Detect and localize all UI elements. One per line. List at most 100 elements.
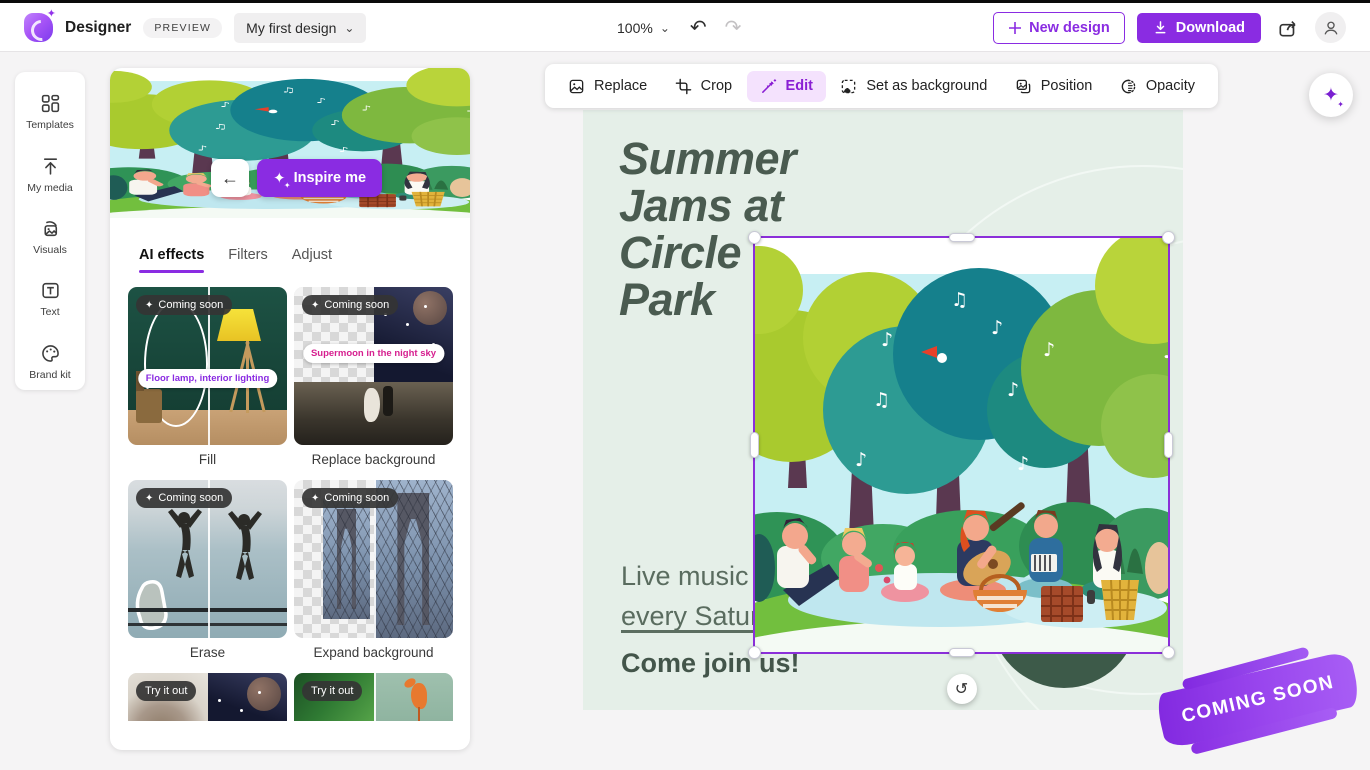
canvas-divider-line bbox=[621, 630, 771, 633]
sidebar-item-brand-kit[interactable]: Brand kit bbox=[19, 334, 81, 390]
sparkles-icon: ✦ bbox=[311, 300, 319, 311]
opacity-button[interactable]: Opacity bbox=[1107, 71, 1208, 102]
chevron-down-icon: ⌄ bbox=[660, 25, 670, 31]
new-design-label: New design bbox=[1029, 20, 1110, 36]
position-button[interactable]: Position bbox=[1002, 71, 1106, 102]
download-icon bbox=[1153, 20, 1168, 35]
before-after-divider bbox=[374, 673, 376, 721]
palette-icon bbox=[40, 343, 61, 364]
sparkles-icon: ✦✦ bbox=[1323, 86, 1339, 105]
effects-grid: ✦Coming soon Floor lamp, interior lighti… bbox=[110, 273, 470, 721]
account-button[interactable] bbox=[1315, 12, 1346, 43]
sidebar-item-my-media[interactable]: My media bbox=[19, 146, 81, 202]
sparkles-icon: ✦ bbox=[145, 493, 153, 504]
effect-thumbnail[interactable]: Try it out bbox=[128, 673, 287, 721]
resize-handle-left[interactable] bbox=[750, 432, 759, 458]
position-icon bbox=[1015, 78, 1032, 95]
coming-soon-badge: ✦Coming soon bbox=[302, 488, 398, 508]
design-name-dropdown[interactable]: My first design ⌄ bbox=[234, 13, 366, 43]
resize-handle-top-right[interactable] bbox=[1162, 231, 1175, 244]
download-button[interactable]: Download bbox=[1137, 13, 1261, 43]
panel-tabs: AI effects Filters Adjust bbox=[110, 247, 470, 273]
try-it-out-badge: Try it out bbox=[136, 681, 196, 701]
resize-handle-bottom-left[interactable] bbox=[748, 646, 761, 659]
effect-thumbnail[interactable]: ✦Coming soon bbox=[128, 480, 287, 638]
design-name-label: My first design bbox=[246, 20, 336, 36]
zoom-dropdown[interactable]: 100% ⌄ bbox=[617, 20, 670, 36]
tool-label: Edit bbox=[786, 78, 813, 94]
effect-card-fill[interactable]: ✦Coming soon Floor lamp, interior lighti… bbox=[128, 287, 287, 467]
person-icon bbox=[1322, 19, 1340, 37]
inspire-me-label: Inspire me bbox=[294, 170, 367, 186]
effect-thumbnail[interactable]: ✦Coming soon bbox=[294, 480, 453, 638]
tab-adjust[interactable]: Adjust bbox=[292, 247, 332, 273]
park-illustration bbox=[755, 238, 1168, 652]
effect-card-try-1[interactable]: Try it out bbox=[128, 673, 287, 721]
effect-card-replace-background[interactable]: ✦Coming soon Supermoon in the night sky … bbox=[294, 287, 453, 467]
sidebar-item-visuals[interactable]: Visuals bbox=[19, 209, 81, 265]
sidebar-label: Visuals bbox=[33, 244, 67, 256]
redo-icon[interactable]: ↷ bbox=[725, 15, 742, 40]
prompt-pill: Floor lamp, interior lighting bbox=[138, 369, 278, 388]
top-bar: Designer PREVIEW My first design ⌄ 100% … bbox=[0, 3, 1370, 52]
canvas-cta-text[interactable]: Come join us! bbox=[621, 648, 800, 679]
window-top-edge bbox=[0, 0, 1370, 3]
resize-handle-right[interactable] bbox=[1164, 432, 1173, 458]
effect-name: Replace background bbox=[294, 452, 453, 467]
sidebar-item-templates[interactable]: Templates bbox=[19, 84, 81, 140]
share-icon bbox=[1277, 17, 1299, 39]
copilot-sparkle-button[interactable]: ✦✦ bbox=[1309, 73, 1353, 117]
new-design-button[interactable]: New design bbox=[993, 12, 1125, 44]
plus-icon bbox=[1008, 21, 1022, 35]
resize-handle-bottom-right[interactable] bbox=[1162, 646, 1175, 659]
share-button[interactable] bbox=[1273, 13, 1303, 43]
back-arrow-icon: ← bbox=[221, 168, 239, 189]
rotate-handle[interactable]: ↺ bbox=[947, 674, 977, 704]
sidebar-item-text[interactable]: Text bbox=[19, 271, 81, 327]
effect-thumbnail[interactable]: Try it out bbox=[294, 673, 453, 721]
sparkles-icon: ✦ bbox=[311, 493, 319, 504]
bridge-photo-art bbox=[323, 499, 371, 619]
tab-ai-effects[interactable]: AI effects bbox=[139, 247, 204, 273]
effect-name: Expand background bbox=[294, 645, 453, 660]
transparent-checker bbox=[208, 673, 288, 721]
effect-thumbnail[interactable]: ✦Coming soon Floor lamp, interior lighti… bbox=[128, 287, 287, 445]
inspire-me-button[interactable]: ✦✦ Inspire me bbox=[257, 159, 382, 197]
prompt-pill: Supermoon in the night sky bbox=[303, 344, 444, 363]
resize-handle-top-left[interactable] bbox=[748, 231, 761, 244]
effect-name: Erase bbox=[128, 645, 287, 660]
designer-logo-icon bbox=[24, 13, 53, 42]
back-button[interactable]: ← bbox=[211, 159, 249, 197]
coming-soon-badge: ✦Coming soon bbox=[136, 488, 232, 508]
set-background-icon bbox=[840, 78, 857, 95]
selected-image[interactable]: ↺ bbox=[755, 238, 1168, 652]
effect-card-erase[interactable]: ✦Coming soon Erase bbox=[128, 480, 287, 660]
effect-card-try-2[interactable]: Try it out bbox=[294, 673, 453, 721]
image-icon bbox=[40, 218, 61, 239]
resize-handle-top[interactable] bbox=[949, 233, 975, 242]
chevron-down-icon: ⌄ bbox=[344, 25, 354, 31]
app-title: Designer bbox=[65, 19, 131, 37]
sidebar-label: Templates bbox=[26, 119, 74, 131]
undo-icon[interactable]: ↶ bbox=[690, 15, 707, 40]
effect-card-expand-background[interactable]: ✦Coming soon Expand background bbox=[294, 480, 453, 660]
replace-button[interactable]: Replace bbox=[555, 71, 660, 102]
crop-button[interactable]: Crop bbox=[662, 71, 745, 102]
sparkles-icon: ✦ bbox=[145, 300, 153, 311]
design-canvas[interactable]: Summer Jams at Circle Park Live music ev… bbox=[583, 110, 1183, 710]
resize-handle-bottom[interactable] bbox=[949, 648, 975, 657]
tool-label: Opacity bbox=[1146, 78, 1195, 94]
magic-wand-icon bbox=[760, 78, 777, 95]
left-rail: Templates My media Visuals Text Brand ki… bbox=[15, 72, 85, 390]
flamingo-photo-art bbox=[374, 673, 454, 721]
edit-button[interactable]: Edit bbox=[747, 71, 826, 102]
tab-filters[interactable]: Filters bbox=[228, 247, 267, 273]
effect-thumbnail[interactable]: ✦Coming soon Supermoon in the night sky bbox=[294, 287, 453, 445]
tool-label: Crop bbox=[701, 78, 732, 94]
sidebar-label: My media bbox=[27, 182, 73, 194]
image-toolbar: Replace Crop Edit Set as background Posi… bbox=[545, 64, 1218, 108]
sidebar-label: Brand kit bbox=[29, 369, 70, 381]
set-as-background-button[interactable]: Set as background bbox=[827, 71, 1000, 102]
crop-icon bbox=[675, 78, 692, 95]
chair-art bbox=[136, 389, 162, 423]
